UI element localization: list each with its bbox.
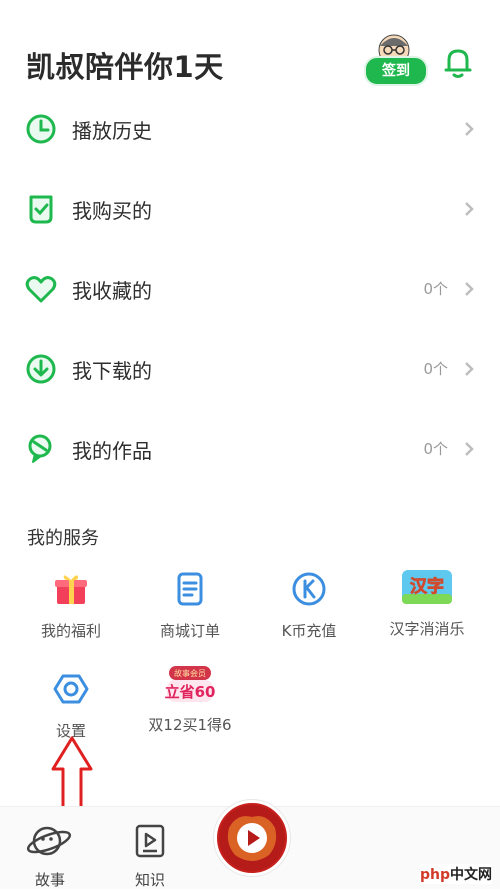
order-icon bbox=[177, 572, 203, 606]
menu-item-downloads[interactable]: 我下载的 0个 bbox=[0, 328, 500, 408]
signin-label: 签到 bbox=[364, 56, 428, 86]
menu-item-label: 我的作品 bbox=[72, 439, 152, 463]
services-title: 我的服务 bbox=[27, 528, 99, 549]
svg-text:故事会员: 故事会员 bbox=[174, 668, 206, 678]
watermark: php中文网 bbox=[420, 864, 493, 884]
hanzi-game-icon: 汉字 bbox=[402, 570, 452, 604]
menu-list: 播放历史 我购买的 我收藏的 0个 我下载的 0个 我的作品 0个 bbox=[0, 88, 500, 488]
tab-label: 知识 bbox=[134, 871, 165, 889]
chevron-right-icon bbox=[465, 362, 474, 376]
tab-label: 故事 bbox=[34, 871, 65, 889]
tab-story[interactable]: 故事 bbox=[20, 821, 80, 890]
menu-item-label: 播放历史 bbox=[72, 119, 152, 143]
center-play-button[interactable] bbox=[214, 800, 290, 876]
service-label: 双12买1得6 bbox=[148, 716, 232, 734]
menu-item-count: 0个 bbox=[423, 280, 448, 298]
bell-icon[interactable] bbox=[444, 46, 472, 80]
clock-icon bbox=[26, 114, 56, 144]
svg-text:汉字: 汉字 bbox=[410, 576, 444, 597]
service-promo[interactable]: 故事会员 立省60 双12买1得6 bbox=[135, 664, 245, 735]
chevron-right-icon bbox=[465, 202, 474, 216]
chevron-right-icon bbox=[465, 442, 474, 456]
menu-item-play-history[interactable]: 播放历史 bbox=[0, 88, 500, 168]
heart-icon bbox=[25, 276, 57, 303]
menu-item-count: 0个 bbox=[423, 440, 448, 458]
service-label: K币充值 bbox=[281, 622, 337, 640]
service-welfare[interactable]: 我的福利 bbox=[16, 570, 126, 641]
page-title: 凯叔陪伴你1天 bbox=[26, 50, 224, 84]
menu-item-purchased[interactable]: 我购买的 bbox=[0, 168, 500, 248]
chevron-right-icon bbox=[465, 122, 474, 136]
watermark-part2: 中文网 bbox=[450, 867, 493, 883]
service-label: 我的福利 bbox=[40, 622, 101, 640]
menu-item-label: 我购买的 bbox=[72, 199, 152, 223]
menu-item-label: 我下载的 bbox=[72, 359, 152, 383]
play-icon bbox=[219, 805, 285, 871]
menu-item-label: 我收藏的 bbox=[72, 279, 152, 303]
menu-item-works[interactable]: 我的作品 0个 bbox=[0, 408, 500, 488]
service-k-coin-recharge[interactable]: K币充值 bbox=[254, 570, 364, 641]
promo-icon: 故事会员 立省60 bbox=[165, 666, 216, 702]
chevron-right-icon bbox=[465, 282, 474, 296]
service-label: 商城订单 bbox=[159, 622, 220, 640]
menu-item-count: 0个 bbox=[423, 360, 448, 378]
watermark-part1: php bbox=[420, 867, 451, 883]
service-mall-orders[interactable]: 商城订单 bbox=[135, 570, 245, 641]
settings-icon bbox=[53, 674, 89, 704]
service-settings[interactable]: 设置 bbox=[16, 670, 126, 741]
service-label: 汉字消消乐 bbox=[389, 620, 465, 638]
signin-button[interactable]: 签到 bbox=[362, 30, 428, 86]
gift-icon bbox=[55, 575, 87, 604]
svg-text:立省60: 立省60 bbox=[165, 683, 216, 701]
download-icon bbox=[26, 354, 56, 384]
works-icon bbox=[28, 434, 52, 463]
menu-item-favorites[interactable]: 我收藏的 0个 bbox=[0, 248, 500, 328]
k-coin-icon bbox=[292, 572, 326, 606]
purchase-bag-icon bbox=[29, 195, 53, 224]
planet-icon bbox=[26, 826, 72, 856]
tab-knowledge[interactable]: 知识 bbox=[120, 821, 180, 890]
video-book-icon bbox=[135, 824, 165, 858]
service-hanzi-game[interactable]: 汉字 汉字消消乐 bbox=[372, 566, 482, 639]
